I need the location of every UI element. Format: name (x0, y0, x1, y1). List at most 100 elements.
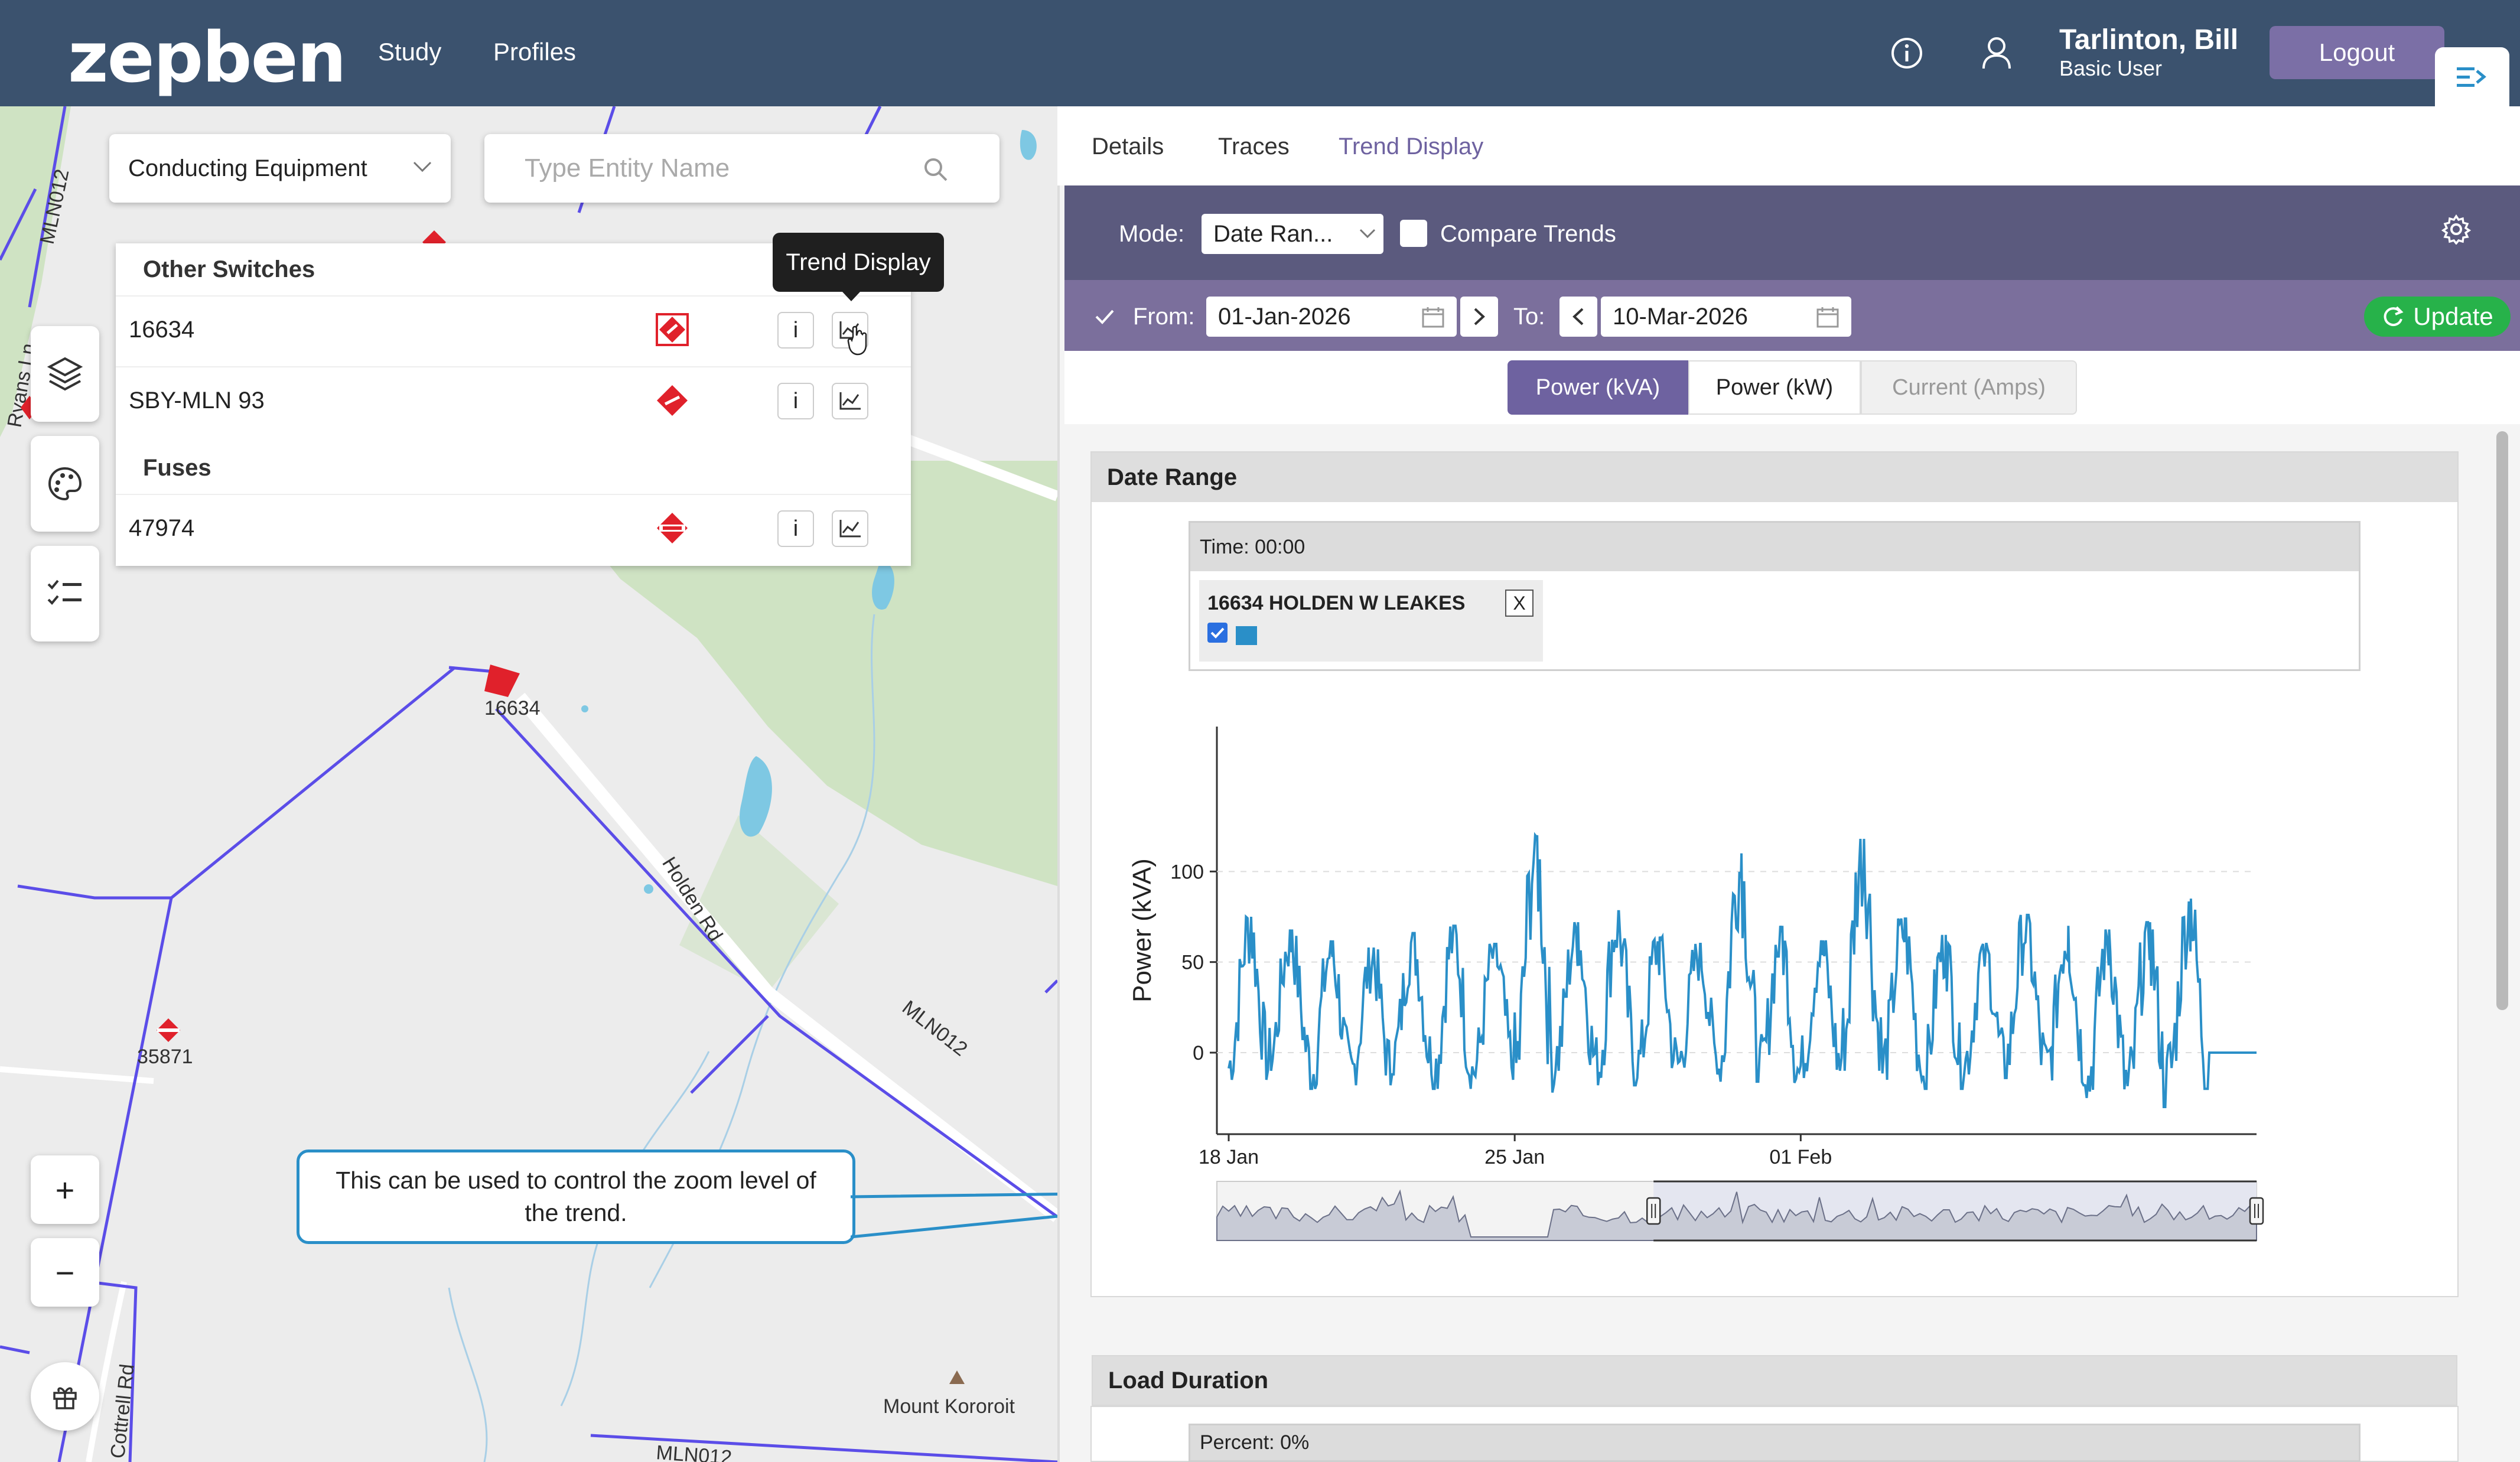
mode-select[interactable]: Date Ran... (1202, 214, 1383, 254)
chevron-down-icon (413, 161, 432, 172)
chevron-right-icon (1474, 308, 1485, 325)
gift-icon (53, 1387, 77, 1409)
series-line-16634 (1228, 832, 2257, 1108)
mode-value: Date Ran... (1213, 220, 1333, 247)
trend-chart-icon (839, 520, 861, 538)
styles-button[interactable] (31, 436, 99, 532)
info-button[interactable]: i (777, 510, 814, 547)
switch-open-symbol-icon (656, 313, 689, 346)
trend-chart-icon (839, 392, 861, 410)
peak-icon (949, 1370, 965, 1384)
previous-date-button[interactable] (1559, 297, 1597, 337)
from-label: From: (1133, 304, 1195, 330)
from-date-value: 01-Jan-2026 (1218, 303, 1351, 330)
refresh-icon (2384, 306, 2404, 327)
x-tick-label: 01 Feb (1769, 1146, 1832, 1168)
checklist-button[interactable] (31, 546, 99, 642)
tab-details[interactable]: Details (1092, 133, 1164, 160)
series-visible-checkbox[interactable] (1207, 623, 1228, 643)
map-label-cottrell-rd: Cottrell Rd (106, 1363, 139, 1460)
mode-label: Mode: (1119, 221, 1185, 247)
unit-current-amps-button[interactable]: Current (Amps) (1861, 360, 2077, 415)
map-label-mln012-south: MLN012 (655, 1441, 732, 1462)
navigator-left-handle (1646, 1197, 1661, 1225)
tooltip-arrow (842, 292, 860, 301)
to-date-input[interactable]: 10-Mar-2026 (1601, 297, 1851, 337)
unit-power-kw-button[interactable]: Power (kW) (1688, 360, 1861, 415)
map-label-mount-kororoit: Mount Kororoit (883, 1395, 1015, 1418)
x-tick-label: 25 Jan (1484, 1146, 1545, 1168)
map-label-asset-16634: 16634 (484, 697, 541, 719)
user-name: Tarlinton, Bill (2059, 24, 2239, 56)
layers-button[interactable] (31, 326, 99, 422)
calendar-icon (1816, 307, 1839, 328)
navigator-right-handle (2249, 1197, 2264, 1225)
zoom-out-button[interactable]: − (31, 1238, 99, 1307)
result-label: SBY-MLN 93 (129, 388, 265, 413)
mouse-cursor-icon (847, 325, 867, 356)
result-row-16634[interactable]: 16634 i (116, 295, 911, 366)
unit-power-kva-button[interactable]: Power (kVA) (1508, 360, 1688, 415)
next-date-button[interactable] (1460, 297, 1498, 337)
zepben-logo[interactable]: zepben (68, 17, 347, 98)
calendar-icon (1422, 307, 1444, 328)
map-label-asset-35871: 35871 (137, 1046, 193, 1068)
result-label: 47974 (129, 515, 195, 541)
group-title-fuses: Fuses (143, 455, 211, 481)
search-placeholder: Type Entity Name (525, 154, 730, 183)
group-title-other-switches: Other Switches (143, 256, 315, 282)
check-icon[interactable] (1094, 308, 1115, 325)
to-date-value: 10-Mar-2026 (1613, 303, 1749, 330)
nav-profiles[interactable]: Profiles (493, 38, 576, 66)
entity-type-select[interactable]: Conducting Equipment (109, 134, 451, 203)
update-label: Update (2413, 302, 2493, 330)
switch-symbol-16634 (484, 665, 520, 697)
fuse-symbol-icon (657, 513, 688, 543)
result-row-sby-mln-93[interactable]: SBY-MLN 93 i (116, 366, 911, 437)
zoom-in-button[interactable]: + (31, 1155, 99, 1224)
panel-scrollbar[interactable] (2496, 431, 2508, 1010)
tab-trend-display[interactable]: Trend Display (1339, 133, 1483, 160)
user-role: Basic User (2059, 56, 2163, 80)
tab-traces[interactable]: Traces (1218, 133, 1290, 160)
x-tick-label: 18 Jan (1199, 1146, 1259, 1168)
legend-time: Time: 00:00 (1190, 523, 2359, 571)
compare-trends-checkbox[interactable] (1400, 220, 1427, 247)
load-duration-percent: Percent: 0% (1189, 1424, 2361, 1462)
user-icon[interactable] (1980, 35, 2013, 71)
settings-gear-icon[interactable] (2441, 214, 2472, 245)
layers-icon (47, 357, 83, 391)
y-tick-label: 50 (1181, 952, 1204, 974)
legend-series-name: 16634 HOLDEN W LEAKES (1207, 592, 1466, 614)
checkmark-icon (1210, 627, 1225, 639)
remove-series-button[interactable]: X (1505, 590, 1534, 617)
y-tick-label: 0 (1193, 1042, 1204, 1064)
nav-study[interactable]: Study (378, 38, 441, 66)
result-row-47974[interactable]: 47974 i (116, 494, 911, 565)
from-date-input[interactable]: 01-Jan-2026 (1206, 297, 1457, 337)
trend-display-tooltip: Trend Display (773, 233, 944, 292)
map-label-mln012: MLN012 (898, 996, 972, 1060)
panel-toggle-button[interactable] (2435, 47, 2509, 106)
trend-display-button[interactable] (832, 383, 868, 419)
trend-display-button[interactable] (832, 510, 868, 547)
y-axis-label: Power (kVA) (1128, 858, 1157, 1002)
palette-icon (48, 467, 82, 501)
info-icon[interactable] (1890, 37, 1923, 70)
whats-new-button[interactable] (31, 1362, 99, 1431)
chevron-left-icon (1572, 308, 1584, 325)
trend-chart[interactable]: 0 50 100 18 Jan 25 Jan 01 Feb Power (kVA) (1099, 709, 2398, 1252)
chevron-down-icon (1359, 229, 1376, 239)
result-label: 16634 (129, 317, 195, 343)
date-range-title: Date Range (1092, 452, 2457, 502)
info-button[interactable]: i (777, 383, 814, 419)
to-label: To: (1513, 304, 1545, 330)
y-tick-label: 100 (1170, 861, 1204, 883)
entity-search-input[interactable]: Type Entity Name (484, 134, 999, 203)
collapse-panel-icon (2457, 67, 2486, 87)
entity-type-value: Conducting Equipment (128, 155, 367, 181)
update-button[interactable]: Update (2364, 297, 2511, 337)
switch-symbol-icon (657, 385, 688, 416)
info-button[interactable]: i (777, 312, 814, 349)
logout-button[interactable]: Logout (2270, 26, 2444, 79)
